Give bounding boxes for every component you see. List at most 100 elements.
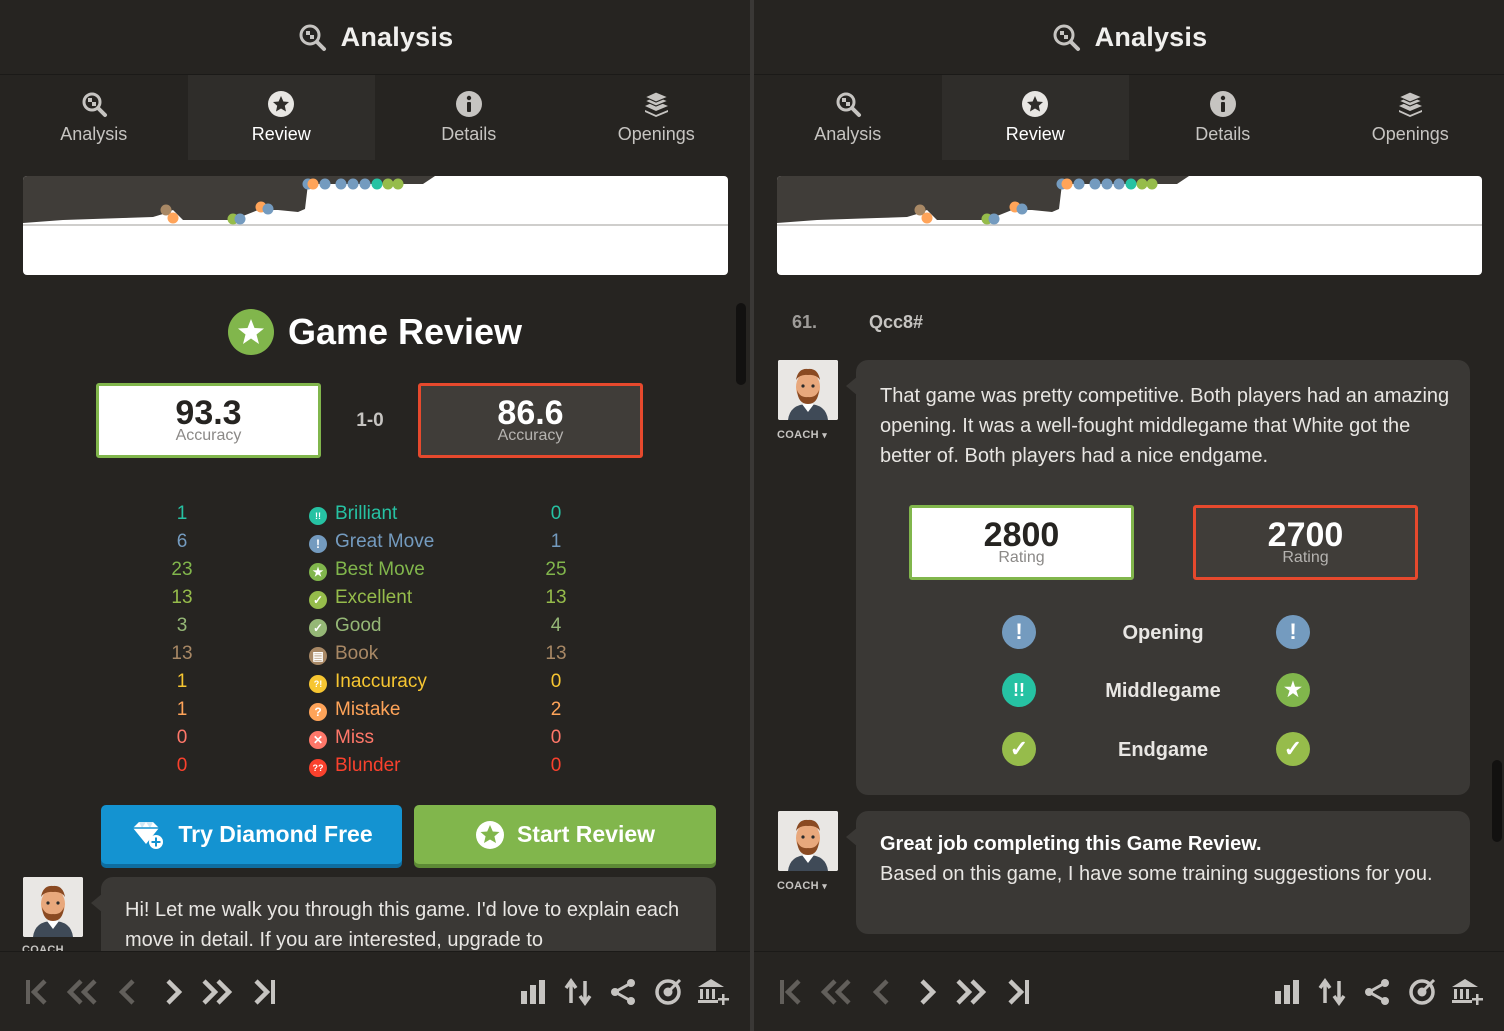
graph-point[interactable] [1125,178,1137,190]
classification-name: Excellent [335,587,413,608]
graph-point[interactable] [371,178,383,190]
graph-point[interactable] [359,178,371,190]
final-message-bubble: Great job completing this Game Review. B… [846,811,1470,934]
info-icon [455,91,482,117]
book-stack-icon [1397,91,1424,117]
graph-point[interactable] [1136,178,1148,190]
tab-label: Review [251,124,311,144]
share-button[interactable] [605,974,641,1010]
graph-point[interactable] [382,178,394,190]
stats-button[interactable] [515,974,551,1010]
graph-point[interactable] [167,212,179,224]
try-diamond-button[interactable]: Try Diamond Free [101,805,402,864]
graph-point[interactable] [1016,203,1028,215]
graph-point[interactable] [1146,178,1158,190]
miss-icon: ✕ [309,731,327,749]
last-move-icon [254,979,275,1005]
black-best-icon: ★ [1276,673,1310,707]
game-review-heading: Game Review [0,309,750,355]
tab-openings[interactable]: Openings [1317,75,1504,160]
previous-move-button[interactable] [110,974,146,1010]
diamond-plus-icon [133,821,164,849]
black-rating-value: 2700 [1267,516,1344,554]
graph-point[interactable] [1101,178,1113,190]
tab-review[interactable]: Review [187,75,375,160]
coach-dropdown[interactable]: COACH ▾ [777,429,827,441]
white-count: 1 [176,671,188,692]
classification-name: Inaccuracy [335,671,427,692]
graph-point[interactable] [921,212,933,224]
coach-avatar[interactable] [778,360,838,420]
graph-point[interactable] [262,203,274,215]
previous-move-button[interactable] [864,974,900,1010]
previous-icon [118,979,135,1005]
white-rating-value: 2800 [983,516,1060,554]
previous-fast-icon [820,979,851,1005]
move-notation[interactable]: Qcc8# [869,312,923,333]
graph-point[interactable] [1073,178,1085,190]
graph-point[interactable] [1113,178,1125,190]
add-to-library-button[interactable] [1449,974,1485,1010]
previous-fast-button[interactable] [65,974,101,1010]
share-icon [1365,979,1389,1005]
evaluation-graph[interactable] [23,176,728,275]
classification-row: 6! Great Move 1 [0,531,750,559]
last-move-button[interactable] [999,974,1035,1010]
graph-point[interactable] [1061,178,1073,190]
game-summary-bubble: That game was pretty competitive. Both p… [846,360,1470,795]
classification-name: Good [335,615,382,636]
phase-name: Opening [1122,622,1204,644]
scrollbar[interactable] [1492,760,1502,842]
previous-fast-button[interactable] [819,974,855,1010]
bar-chart-icon [1275,980,1299,1004]
tab-analysis[interactable]: Analysis [754,75,942,160]
black-excellent-icon: ✓ [1276,732,1310,766]
tab-label: Analysis [60,124,128,144]
game-review-title: Game Review [287,311,523,352]
graph-point[interactable] [335,178,347,190]
flip-board-button[interactable] [1314,974,1350,1010]
graph-point[interactable] [307,178,319,190]
graph-point[interactable] [988,213,1000,225]
next-fast-button[interactable] [198,974,234,1010]
start-review-button[interactable]: Start Review [414,805,716,864]
good-icon: ✓ [309,619,327,637]
target-button[interactable] [1404,974,1440,1010]
white-rating-box: 2800 Rating [909,505,1134,580]
star-icon [227,309,274,355]
tab-review[interactable]: Review [941,75,1129,160]
coach-avatar[interactable] [23,877,83,937]
excellent-icon: ✓ [309,591,327,609]
tab-openings[interactable]: Openings [563,75,751,160]
add-to-library-icon [1452,979,1483,1005]
share-button[interactable] [1359,974,1395,1010]
flip-board-button[interactable] [560,974,596,1010]
next-move-button[interactable] [909,974,945,1010]
last-move-icon [1008,979,1029,1005]
graph-point[interactable] [234,213,246,225]
tab-details[interactable]: Details [375,75,563,160]
coach-dropdown[interactable]: COACH ▾ [777,880,827,892]
mistake-icon: ? [309,703,327,721]
next-move-button[interactable] [155,974,191,1010]
tab-analysis[interactable]: Analysis [0,75,188,160]
first-move-button[interactable] [774,974,810,1010]
evaluation-graph[interactable] [777,176,1482,275]
graph-point[interactable] [392,178,404,190]
chevron-down-icon: ▾ [822,881,828,891]
coach-avatar[interactable] [778,811,838,871]
stats-button[interactable] [1269,974,1305,1010]
first-move-button[interactable] [20,974,56,1010]
white-count: 13 [171,643,193,664]
tab-details[interactable]: Details [1129,75,1317,160]
graph-point[interactable] [319,178,331,190]
next-fast-button[interactable] [952,974,988,1010]
last-move-button[interactable] [245,974,281,1010]
classification-row: 13 ✓ Excellent 13 [0,587,750,615]
white-count: 23 [171,559,193,580]
classification-name: Miss [335,727,375,748]
graph-point[interactable] [347,178,359,190]
graph-point[interactable] [1089,178,1101,190]
target-button[interactable] [650,974,686,1010]
add-to-library-button[interactable] [695,974,731,1010]
